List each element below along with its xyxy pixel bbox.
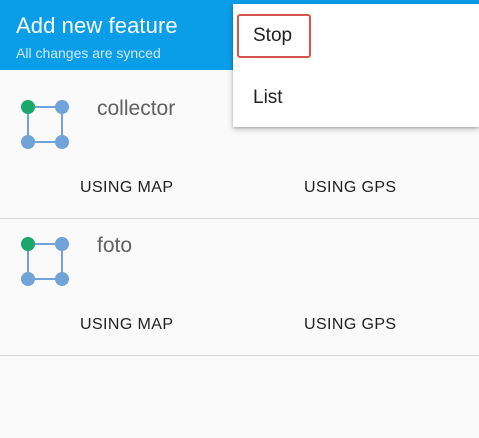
- polygon-layer-icon: [21, 237, 69, 286]
- overflow-menu: Stop List: [233, 4, 479, 127]
- menu-item-list[interactable]: List: [237, 76, 283, 120]
- using-gps-button[interactable]: USING GPS: [304, 316, 397, 334]
- polygon-layer-icon: [21, 100, 69, 149]
- using-gps-button[interactable]: USING GPS: [304, 179, 397, 197]
- menu-item-stop[interactable]: Stop: [237, 14, 311, 58]
- using-map-button[interactable]: USING MAP: [80, 316, 173, 334]
- layer-card-foto: foto USING MAP USING GPS: [0, 220, 479, 356]
- using-map-button[interactable]: USING MAP: [80, 179, 173, 197]
- layer-name: collector: [97, 97, 176, 120]
- page-title: Add new feature: [16, 13, 178, 38]
- layer-name: foto: [97, 234, 133, 257]
- sync-status: All changes are synced: [16, 45, 161, 61]
